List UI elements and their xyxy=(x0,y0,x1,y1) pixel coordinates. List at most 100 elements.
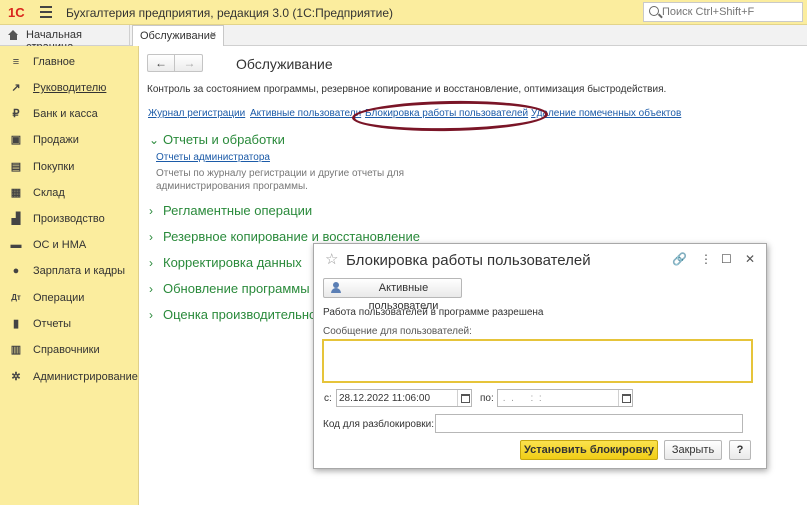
section-backup[interactable]: › Резервное копирование и восстановление xyxy=(149,229,420,244)
from-label: с: xyxy=(324,393,332,404)
section-data-correction[interactable]: › Корректировка данных xyxy=(149,255,302,270)
link-delete-marked[interactable]: Удаление помеченных объектов xyxy=(531,108,681,119)
message-label: Сообщение для пользователей: xyxy=(323,326,472,337)
to-label: по: xyxy=(480,393,494,404)
report-icon: ▮ xyxy=(12,318,20,330)
lock-status-text: Работа пользователей в программе разреше… xyxy=(323,307,544,318)
tab-maintenance[interactable]: Обслуживание × xyxy=(132,25,224,47)
sidebar-item-sales[interactable]: ▣ Продажи xyxy=(0,127,139,153)
sidebar-item-label: Производство xyxy=(33,213,105,225)
section-label: Резервное копирование и восстановление xyxy=(163,229,420,244)
sidebar-item-label: Продажи xyxy=(33,134,79,146)
sidebar-item-salary[interactable]: ● Зарплата и кадры xyxy=(0,258,139,284)
home-icon xyxy=(8,30,19,40)
from-date-input[interactable] xyxy=(339,391,457,405)
tab-home[interactable]: Начальная страница xyxy=(0,25,130,53)
sidebar-item-label: ОС и НМА xyxy=(33,239,87,251)
calendar-icon[interactable] xyxy=(457,390,471,406)
sidebar-item-manager[interactable]: ↗ Руководителю xyxy=(0,75,139,101)
sidebar-item-label: Операции xyxy=(33,292,85,304)
warehouse-icon: ▦ xyxy=(10,187,22,199)
sidebar-item-administration[interactable]: ✲ Администрирование xyxy=(0,364,139,390)
maximize-icon[interactable]: ☐ xyxy=(721,252,732,266)
favorite-star-icon[interactable]: ☆ xyxy=(325,250,338,268)
close-button[interactable]: Закрыть xyxy=(664,440,722,460)
admin-reports-description: Отчеты по журналу регистрации и другие о… xyxy=(156,168,404,192)
unlock-code-field[interactable] xyxy=(435,414,743,433)
title-bar: 1С Бухгалтерия предприятия, редакция 3.0… xyxy=(0,0,807,25)
section-performance[interactable]: › Оценка производительности xyxy=(149,307,336,322)
dt-kt-icon: Дт xyxy=(11,293,21,302)
chevron-right-icon: › xyxy=(149,256,153,270)
page-description: Контроль за состоянием программы, резерв… xyxy=(147,84,667,95)
close-tab-icon[interactable]: × xyxy=(210,29,216,41)
tab-bar: Начальная страница Обслуживание × xyxy=(0,25,807,53)
sidebar-item-main[interactable]: ≡ Главное xyxy=(0,49,139,75)
bag-icon: ▣ xyxy=(10,134,22,146)
sidebar: ≡ Главное ↗ Руководителю ₽ Банк и касса ▣ Пр… xyxy=(0,46,139,505)
sidebar-item-label: Главное xyxy=(33,56,76,68)
sidebar-item-reports[interactable]: ▮ Отчеты xyxy=(0,311,139,337)
close-icon[interactable]: ✕ xyxy=(745,252,755,266)
sidebar-item-fixed-assets[interactable]: ▬ ОС и НМА xyxy=(0,232,139,258)
factory-icon: ▟ xyxy=(11,213,21,225)
unlock-code-label: Код для разблокировки: xyxy=(323,419,435,430)
person-icon: ● xyxy=(12,265,20,277)
chevron-right-icon: › xyxy=(149,282,153,296)
sidebar-item-purchases[interactable]: ▤ Покупки xyxy=(0,154,139,180)
tab-maintenance-label: Обслуживание xyxy=(140,30,216,42)
chevron-right-icon: › xyxy=(149,230,153,244)
section-label: Обновление программы xyxy=(163,281,310,296)
sidebar-item-warehouse[interactable]: ▦ Склад xyxy=(0,180,139,206)
message-field[interactable] xyxy=(322,339,753,383)
app-logo: 1С xyxy=(8,5,25,20)
sidebar-item-label: Зарплата и кадры xyxy=(33,265,126,277)
search-icon xyxy=(649,6,659,16)
page-title: Обслуживание xyxy=(236,56,333,72)
search-input[interactable] xyxy=(662,4,800,20)
gear-icon: ✲ xyxy=(11,371,21,383)
sidebar-item-label: Руководителю xyxy=(33,82,107,94)
from-date-field[interactable] xyxy=(336,389,472,407)
section-update[interactable]: › Обновление программы xyxy=(149,281,310,296)
sidebar-item-production[interactable]: ▟ Производство xyxy=(0,206,139,232)
truck-icon: ▬ xyxy=(10,239,22,251)
link-active-users[interactable]: Активные пользователи xyxy=(250,108,361,119)
help-button[interactable]: ? xyxy=(729,440,751,460)
sidebar-item-label: Банк и касса xyxy=(33,108,98,120)
back-arrow-icon[interactable]: ← xyxy=(148,55,175,71)
section-reports[interactable]: ⌄ Отчеты и обработки xyxy=(149,132,285,147)
forward-arrow-icon[interactable]: → xyxy=(176,55,203,71)
chevron-right-icon: › xyxy=(149,308,153,322)
section-routine-operations[interactable]: › Регламентные операции xyxy=(149,203,312,218)
sidebar-item-bank[interactable]: ₽ Банк и касса xyxy=(0,101,139,127)
set-lock-button[interactable]: Установить блокировку xyxy=(520,440,658,460)
book-icon: ▥ xyxy=(10,344,22,356)
coin-icon: ₽ xyxy=(12,108,20,120)
chevron-down-icon: ⌄ xyxy=(149,133,160,147)
sidebar-item-catalogs[interactable]: ▥ Справочники xyxy=(0,337,139,363)
section-label: Регламентные операции xyxy=(163,203,313,218)
app-title: Бухгалтерия предприятия, редакция 3.0 (1… xyxy=(66,6,394,20)
calendar-icon[interactable] xyxy=(618,390,632,406)
link-icon[interactable]: 🔗 xyxy=(672,252,687,266)
users-icon xyxy=(330,282,342,294)
to-date-input[interactable] xyxy=(500,391,618,405)
active-users-button[interactable]: Активные пользователи xyxy=(323,278,462,312)
global-search[interactable] xyxy=(643,2,803,22)
sidebar-item-label: Отчеты xyxy=(33,318,72,330)
link-event-log[interactable]: Журнал регистрации xyxy=(148,108,245,119)
link-admin-reports[interactable]: Отчеты администратора xyxy=(156,152,270,163)
section-label: Корректировка данных xyxy=(163,255,302,270)
to-date-field[interactable] xyxy=(497,389,633,407)
more-icon[interactable]: ⋮ xyxy=(700,252,712,266)
section-label: Оценка производительности xyxy=(163,307,336,322)
trend-icon: ↗ xyxy=(11,82,21,94)
sidebar-item-operations[interactable]: Дт Операции xyxy=(0,285,139,311)
unlock-code-input[interactable] xyxy=(436,415,742,432)
hamburger-menu-icon[interactable] xyxy=(40,6,52,18)
sidebar-item-label: Склад xyxy=(33,187,65,199)
block-users-dialog: ☆ Блокировка работы пользователей 🔗 ⋮ ☐ … xyxy=(313,243,767,469)
sidebar-item-label: Справочники xyxy=(33,344,100,356)
highlight-oval xyxy=(351,99,549,133)
